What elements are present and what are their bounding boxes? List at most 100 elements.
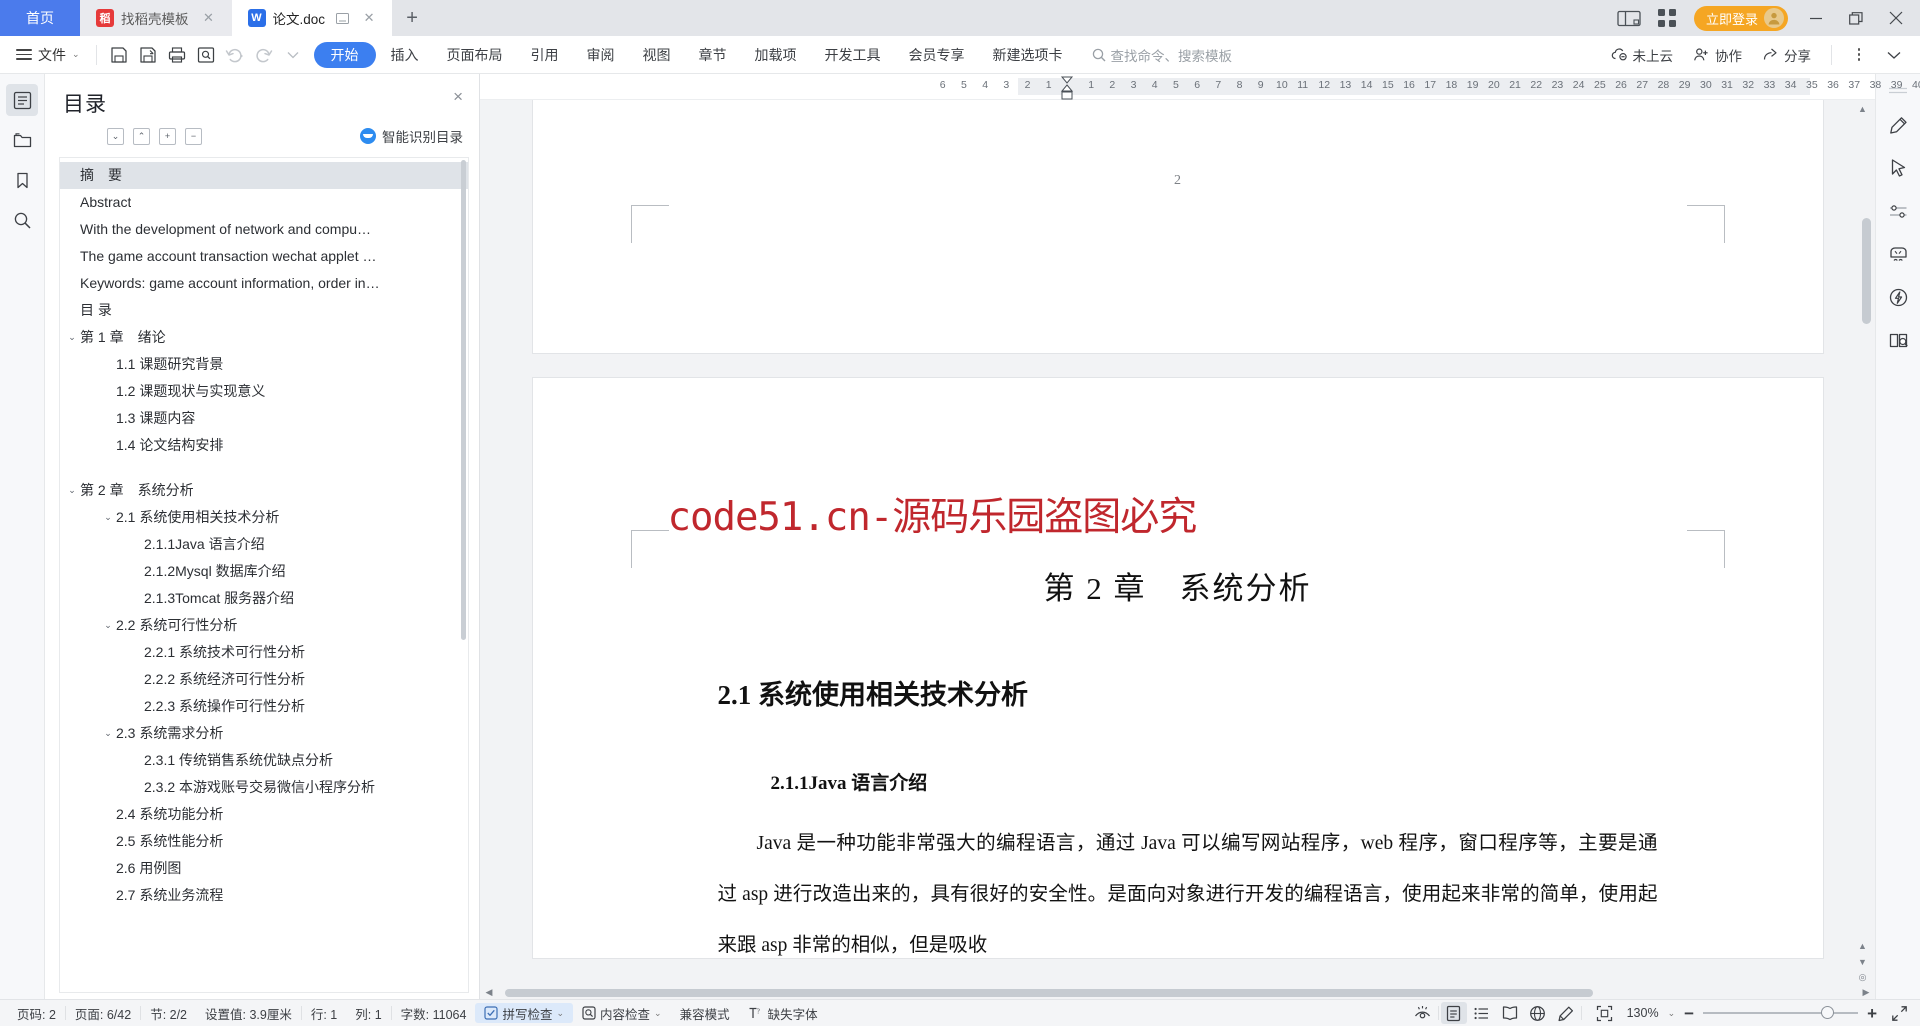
measurement-status[interactable]: 设置值: 3.9厘米 (196, 1004, 301, 1023)
pen-edit-icon[interactable] (1882, 109, 1914, 141)
toc-item[interactable]: ⌄ 第 2 章 系统分析 (60, 477, 468, 504)
fit-page-icon[interactable] (1592, 1002, 1618, 1024)
chevron-down-icon[interactable]: ⌄ (64, 328, 80, 347)
horizontal-scrollbar[interactable]: ◀ ▶ (480, 986, 1875, 999)
toc-item[interactable]: 摘 要 (60, 162, 468, 189)
chevron-down-icon[interactable]: ⌄ (1668, 1008, 1676, 1019)
document-page-1[interactable]: 2 (532, 100, 1823, 353)
missing-font-button[interactable]: ? 缺失字体 (739, 1004, 827, 1023)
cloud-status-button[interactable]: 未上云 (1603, 41, 1682, 69)
save-as-icon[interactable] (134, 40, 163, 69)
ribbon-tab-review[interactable]: 审阅 (574, 42, 628, 68)
chevron-down-icon[interactable]: ⌄ (100, 508, 116, 527)
toc-item[interactable]: 2.3.1 传统销售系统优缺点分析 (60, 747, 468, 774)
folder-icon[interactable] (6, 124, 38, 156)
read-view-icon[interactable] (1497, 1002, 1523, 1024)
content-check-button[interactable]: 内容检查 ⌄ (573, 1004, 671, 1023)
chevron-down-icon[interactable]: ⌄ (654, 1008, 662, 1019)
toc-item[interactable]: 2.2.2 系统经济可行性分析 (60, 666, 468, 693)
chevron-down-icon[interactable]: ⌄ (100, 616, 116, 635)
navigation-pane-close-button[interactable]: × (453, 88, 463, 105)
save-icon[interactable] (105, 40, 134, 69)
toc-item[interactable]: 1.2 课题现状与实现意义 (60, 378, 468, 405)
zoom-slider[interactable] (1703, 1006, 1859, 1020)
scroll-left-arrow-icon[interactable]: ◀ (482, 987, 496, 998)
compat-mode-status[interactable]: 兼容模式 (671, 1004, 739, 1023)
page-layout-icon[interactable] (1612, 3, 1646, 33)
toc-scrollbar-thumb[interactable] (461, 160, 466, 640)
toc-item[interactable]: 2.2.3 系统操作可行性分析 (60, 693, 468, 720)
ribbon-tab-page-layout[interactable]: 页面布局 (434, 42, 516, 68)
read-search-icon[interactable] (1882, 324, 1914, 356)
toc-item[interactable]: The game account transaction wechat appl… (60, 243, 468, 270)
bookmark-icon[interactable] (6, 164, 38, 196)
zoom-level-label[interactable]: 130% (1627, 1006, 1659, 1020)
collapse-up-button[interactable]: ⌃ (133, 127, 150, 145)
ribbon-tab-start[interactable]: 开始 (313, 41, 376, 68)
document-scroll-region[interactable]: 2 code51.cn-源码乐园盗图必究 第 2 章 系统分析 2.1 系统使用… (480, 100, 1875, 986)
toc-item[interactable]: With the development of network and comp… (60, 216, 468, 243)
vertical-scrollbar-thumb[interactable] (1862, 218, 1871, 324)
search-icon[interactable] (6, 204, 38, 236)
toc-item[interactable]: 1.4 论文结构安排 (60, 432, 468, 459)
toc-item[interactable]: 1.1 课题研究背景 (60, 351, 468, 378)
vertical-scrollbar[interactable]: ▲ ▲ ▼ ◎ (1858, 100, 1871, 986)
toc-item[interactable]: 目 录 (60, 297, 468, 324)
cursor-select-icon[interactable] (1882, 152, 1914, 184)
zoom-in-button[interactable]: + (1867, 1005, 1877, 1022)
tab-docer-template[interactable]: 稻 找稻壳模板 ✕ (80, 0, 232, 36)
horizontal-scroll-track[interactable] (496, 988, 1859, 997)
scroll-select-object-icon[interactable]: ◎ (1856, 971, 1869, 984)
fullscreen-icon[interactable] (1886, 1002, 1912, 1024)
scroll-prev-page-icon[interactable]: ▲ (1856, 939, 1869, 952)
horizontal-scrollbar-thumb[interactable] (505, 988, 1593, 997)
outline-view-icon[interactable] (1469, 1002, 1495, 1024)
login-button[interactable]: 立即登录 (1693, 5, 1788, 31)
print-icon[interactable] (163, 40, 192, 69)
eye-protect-icon[interactable] (1410, 1002, 1436, 1024)
column-status[interactable]: 列: 1 (346, 1004, 390, 1023)
toc-item[interactable]: 2.1.1Java 语言介绍 (60, 531, 468, 558)
toc-item[interactable]: 2.7 系统业务流程 (60, 882, 468, 909)
toc-item[interactable]: ⌄ 2.3 系统需求分析 (60, 720, 468, 747)
toc-item[interactable]: Abstract (60, 189, 468, 216)
page-view-icon[interactable] (1440, 1002, 1467, 1024)
new-tab-button[interactable]: + (392, 0, 432, 36)
file-menu-button[interactable]: 文件 ⌄ (8, 45, 88, 65)
ribbon-tab-member[interactable]: 会员专享 (896, 42, 978, 68)
toc-item[interactable]: 2.5 系统性能分析 (60, 828, 468, 855)
web-view-icon[interactable] (1525, 1002, 1551, 1024)
redo-icon[interactable] (250, 40, 279, 69)
zoom-out-button[interactable]: − (1684, 1005, 1694, 1022)
quick-action-icon[interactable] (1882, 281, 1914, 313)
expand-all-button[interactable]: + (159, 127, 176, 145)
toc-item[interactable]: 2.6 用例图 (60, 855, 468, 882)
ribbon-tab-addins[interactable]: 加载项 (742, 42, 810, 68)
print-preview-icon[interactable] (192, 40, 221, 69)
ribbon-tab-chapter[interactable]: 章节 (686, 42, 740, 68)
horizontal-ruler[interactable]: 6 5 4 3 2 1 1 2 3 4 5 6 7 8 9 10 11 12 13 14 15 16 17 18 19 20 21 2… (480, 74, 1920, 100)
toc-item[interactable]: 2.2.1 系统技术可行性分析 (60, 639, 468, 666)
ocr-scan-icon[interactable] (1882, 238, 1914, 270)
scroll-up-arrow-icon[interactable]: ▲ (1856, 102, 1869, 115)
window-restore-button[interactable] (1838, 1, 1874, 35)
tab-document-close-icon[interactable]: ✕ (362, 10, 376, 26)
page-number-status[interactable]: 页码: 2 (8, 1004, 65, 1023)
scroll-right-arrow-icon[interactable]: ▶ (1859, 987, 1873, 998)
toc-item[interactable]: 2.4 系统功能分析 (60, 801, 468, 828)
chevron-down-icon[interactable]: ⌄ (556, 1008, 564, 1019)
ribbon-tab-new-tab[interactable]: 新建选项卡 (980, 42, 1076, 68)
collaborate-button[interactable]: 协作 (1685, 41, 1750, 69)
undo-icon[interactable] (221, 40, 250, 69)
sliders-settings-icon[interactable] (1882, 195, 1914, 227)
toc-item[interactable]: ⌄ 第 1 章 绪论 (60, 324, 468, 351)
ribbon-collapse-button[interactable] (1878, 41, 1910, 69)
tab-home[interactable]: 首页 (0, 0, 80, 36)
ribbon-tab-insert[interactable]: 插入 (378, 42, 432, 68)
smart-toc-button[interactable]: 智能识别目录 (360, 126, 463, 146)
toc-item[interactable]: ⌄ 2.2 系统可行性分析 (60, 612, 468, 639)
tab-document[interactable]: W 论文.doc ✕ (231, 0, 393, 36)
collapse-down-button[interactable]: ⌄ (107, 127, 124, 145)
line-status[interactable]: 行: 1 (302, 1004, 346, 1023)
zoom-slider-knob[interactable] (1821, 1006, 1835, 1020)
